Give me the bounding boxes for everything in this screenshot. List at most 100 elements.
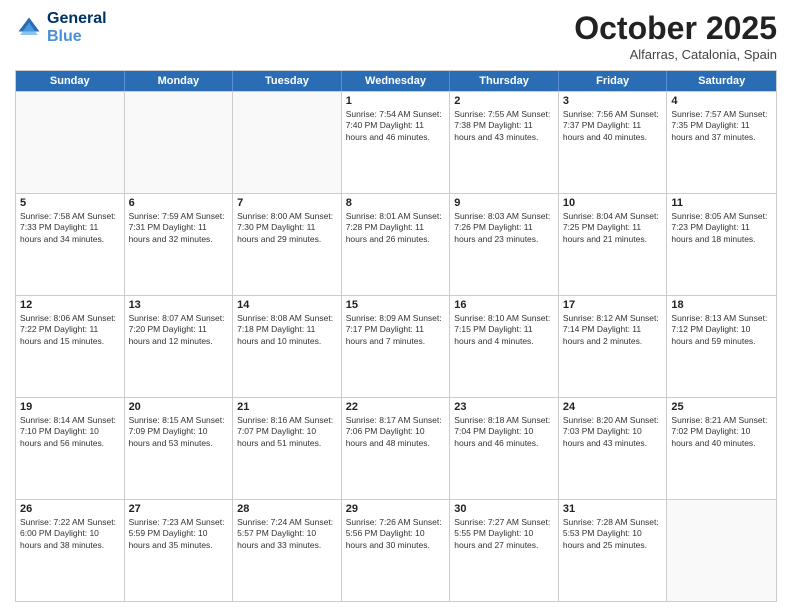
- cell-info: Sunrise: 8:18 AM Sunset: 7:04 PM Dayligh…: [454, 415, 554, 449]
- cell-info: Sunrise: 7:54 AM Sunset: 7:40 PM Dayligh…: [346, 109, 446, 143]
- calendar-row-0: 1 Sunrise: 7:54 AM Sunset: 7:40 PM Daylig…: [16, 91, 776, 193]
- cell-info: Sunrise: 8:17 AM Sunset: 7:06 PM Dayligh…: [346, 415, 446, 449]
- title-block: October 2025 Alfarras, Catalonia, Spain: [574, 10, 777, 62]
- cell-info: Sunrise: 8:21 AM Sunset: 7:02 PM Dayligh…: [671, 415, 772, 449]
- cell-info: Sunrise: 7:22 AM Sunset: 6:00 PM Dayligh…: [20, 517, 120, 551]
- day-number: 23: [454, 401, 554, 413]
- day-number: 2: [454, 95, 554, 107]
- day-number: 7: [237, 197, 337, 209]
- calendar-cell-empty-4-6: [667, 500, 776, 601]
- day-number: 1: [346, 95, 446, 107]
- cell-info: Sunrise: 7:24 AM Sunset: 5:57 PM Dayligh…: [237, 517, 337, 551]
- cell-info: Sunrise: 8:13 AM Sunset: 7:12 PM Dayligh…: [671, 313, 772, 347]
- calendar-cell-18: 18 Sunrise: 8:13 AM Sunset: 7:12 PM Dayli…: [667, 296, 776, 397]
- header-day-friday: Friday: [559, 71, 668, 91]
- cell-info: Sunrise: 8:05 AM Sunset: 7:23 PM Dayligh…: [671, 211, 772, 245]
- cell-info: Sunrise: 8:06 AM Sunset: 7:22 PM Dayligh…: [20, 313, 120, 347]
- day-number: 27: [129, 503, 229, 515]
- cell-info: Sunrise: 7:28 AM Sunset: 5:53 PM Dayligh…: [563, 517, 663, 551]
- calendar-header: SundayMondayTuesdayWednesdayThursdayFrid…: [16, 71, 776, 91]
- day-number: 9: [454, 197, 554, 209]
- calendar-cell-10: 10 Sunrise: 8:04 AM Sunset: 7:25 PM Dayli…: [559, 194, 668, 295]
- calendar-subtitle: Alfarras, Catalonia, Spain: [574, 47, 777, 62]
- cell-info: Sunrise: 7:26 AM Sunset: 5:56 PM Dayligh…: [346, 517, 446, 551]
- day-number: 25: [671, 401, 772, 413]
- cell-info: Sunrise: 7:58 AM Sunset: 7:33 PM Dayligh…: [20, 211, 120, 245]
- day-number: 5: [20, 197, 120, 209]
- calendar-cell-empty-0-0: [16, 92, 125, 193]
- day-number: 10: [563, 197, 663, 209]
- calendar-cell-21: 21 Sunrise: 8:16 AM Sunset: 7:07 PM Dayli…: [233, 398, 342, 499]
- day-number: 16: [454, 299, 554, 311]
- calendar-cell-31: 31Sunrise: 7:28 AM Sunset: 5:53 PM Dayli…: [559, 500, 668, 601]
- calendar-cell-8: 8Sunrise: 8:01 AM Sunset: 7:28 PM Daylig…: [342, 194, 451, 295]
- calendar-row-1: 5 Sunrise: 7:58 AM Sunset: 7:33 PM Daylig…: [16, 193, 776, 295]
- calendar-cell-26: 26 Sunrise: 7:22 AM Sunset: 6:00 PM Dayli…: [16, 500, 125, 601]
- day-number: 15: [346, 299, 446, 311]
- header-day-tuesday: Tuesday: [233, 71, 342, 91]
- calendar-cell-25: 25 Sunrise: 8:21 AM Sunset: 7:02 PM Dayli…: [667, 398, 776, 499]
- calendar-cell-20: 20Sunrise: 8:15 AM Sunset: 7:09 PM Dayli…: [125, 398, 234, 499]
- cell-info: Sunrise: 8:04 AM Sunset: 7:25 PM Dayligh…: [563, 211, 663, 245]
- calendar-cell-empty-0-1: [125, 92, 234, 193]
- calendar-cell-29: 29 Sunrise: 7:26 AM Sunset: 5:56 PM Dayli…: [342, 500, 451, 601]
- cell-info: Sunrise: 7:59 AM Sunset: 7:31 PM Dayligh…: [129, 211, 229, 245]
- calendar-cell-11: 11 Sunrise: 8:05 AM Sunset: 7:23 PM Dayli…: [667, 194, 776, 295]
- calendar-cell-15: 15 Sunrise: 8:09 AM Sunset: 7:17 PM Dayli…: [342, 296, 451, 397]
- cell-info: Sunrise: 8:03 AM Sunset: 7:26 PM Dayligh…: [454, 211, 554, 245]
- cell-info: Sunrise: 8:07 AM Sunset: 7:20 PM Dayligh…: [129, 313, 229, 347]
- calendar-cell-3: 3Sunrise: 7:56 AM Sunset: 7:37 PM Daylig…: [559, 92, 668, 193]
- day-number: 8: [346, 197, 446, 209]
- day-number: 20: [129, 401, 229, 413]
- calendar-cell-30: 30 Sunrise: 7:27 AM Sunset: 5:55 PM Dayli…: [450, 500, 559, 601]
- day-number: 14: [237, 299, 337, 311]
- calendar-cell-12: 12 Sunrise: 8:06 AM Sunset: 7:22 PM Dayli…: [16, 296, 125, 397]
- day-number: 22: [346, 401, 446, 413]
- cell-info: Sunrise: 7:27 AM Sunset: 5:55 PM Dayligh…: [454, 517, 554, 551]
- logo: General Blue: [15, 10, 107, 45]
- calendar-cell-13: 13 Sunrise: 8:07 AM Sunset: 7:20 PM Dayli…: [125, 296, 234, 397]
- day-number: 13: [129, 299, 229, 311]
- calendar-cell-empty-0-2: [233, 92, 342, 193]
- day-number: 6: [129, 197, 229, 209]
- page: General Blue October 2025 Alfarras, Cata…: [0, 0, 792, 612]
- cell-info: Sunrise: 8:00 AM Sunset: 7:30 PM Dayligh…: [237, 211, 337, 245]
- calendar-cell-7: 7 Sunrise: 8:00 AM Sunset: 7:30 PM Daylig…: [233, 194, 342, 295]
- cell-info: Sunrise: 8:08 AM Sunset: 7:18 PM Dayligh…: [237, 313, 337, 347]
- day-number: 18: [671, 299, 772, 311]
- calendar-cell-17: 17Sunrise: 8:12 AM Sunset: 7:14 PM Dayli…: [559, 296, 668, 397]
- cell-info: Sunrise: 8:09 AM Sunset: 7:17 PM Dayligh…: [346, 313, 446, 347]
- calendar-body: 1 Sunrise: 7:54 AM Sunset: 7:40 PM Daylig…: [16, 91, 776, 601]
- header-day-sunday: Sunday: [16, 71, 125, 91]
- calendar-cell-6: 6 Sunrise: 7:59 AM Sunset: 7:31 PM Daylig…: [125, 194, 234, 295]
- cell-info: Sunrise: 8:14 AM Sunset: 7:10 PM Dayligh…: [20, 415, 120, 449]
- calendar-cell-27: 27 Sunrise: 7:23 AM Sunset: 5:59 PM Dayli…: [125, 500, 234, 601]
- cell-info: Sunrise: 7:55 AM Sunset: 7:38 PM Dayligh…: [454, 109, 554, 143]
- logo-icon: [15, 14, 43, 42]
- cell-info: Sunrise: 8:16 AM Sunset: 7:07 PM Dayligh…: [237, 415, 337, 449]
- calendar-cell-2: 2 Sunrise: 7:55 AM Sunset: 7:38 PM Daylig…: [450, 92, 559, 193]
- calendar-cell-19: 19 Sunrise: 8:14 AM Sunset: 7:10 PM Dayli…: [16, 398, 125, 499]
- calendar-cell-23: 23 Sunrise: 8:18 AM Sunset: 7:04 PM Dayli…: [450, 398, 559, 499]
- day-number: 24: [563, 401, 663, 413]
- calendar-row-3: 19 Sunrise: 8:14 AM Sunset: 7:10 PM Dayli…: [16, 397, 776, 499]
- day-number: 21: [237, 401, 337, 413]
- cell-info: Sunrise: 7:57 AM Sunset: 7:35 PM Dayligh…: [671, 109, 772, 143]
- cell-info: Sunrise: 7:23 AM Sunset: 5:59 PM Dayligh…: [129, 517, 229, 551]
- cell-info: Sunrise: 7:56 AM Sunset: 7:37 PM Dayligh…: [563, 109, 663, 143]
- day-number: 29: [346, 503, 446, 515]
- header-day-thursday: Thursday: [450, 71, 559, 91]
- calendar: SundayMondayTuesdayWednesdayThursdayFrid…: [15, 70, 777, 602]
- logo-line1: General: [47, 10, 107, 28]
- day-number: 26: [20, 503, 120, 515]
- day-number: 11: [671, 197, 772, 209]
- cell-info: Sunrise: 8:12 AM Sunset: 7:14 PM Dayligh…: [563, 313, 663, 347]
- calendar-cell-9: 9 Sunrise: 8:03 AM Sunset: 7:26 PM Daylig…: [450, 194, 559, 295]
- header-day-monday: Monday: [125, 71, 234, 91]
- day-number: 12: [20, 299, 120, 311]
- calendar-cell-5: 5 Sunrise: 7:58 AM Sunset: 7:33 PM Daylig…: [16, 194, 125, 295]
- day-number: 30: [454, 503, 554, 515]
- calendar-cell-16: 16Sunrise: 8:10 AM Sunset: 7:15 PM Dayli…: [450, 296, 559, 397]
- day-number: 19: [20, 401, 120, 413]
- day-number: 4: [671, 95, 772, 107]
